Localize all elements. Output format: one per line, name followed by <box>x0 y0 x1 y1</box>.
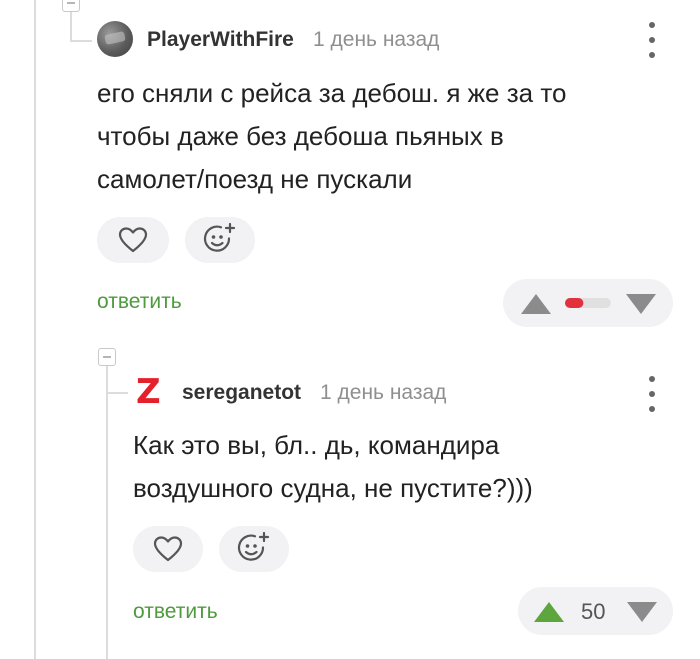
like-button[interactable] <box>133 526 203 572</box>
downvote-arrow-icon[interactable] <box>626 601 658 623</box>
thread-connector-top <box>70 40 92 42</box>
add-emoji-icon <box>237 531 270 561</box>
timestamp[interactable]: 1 день назад <box>320 381 446 405</box>
upvote-arrow-icon[interactable] <box>533 601 565 623</box>
more-options-icon[interactable] <box>640 374 664 414</box>
comment-line: самолет/поезд не пускали <box>97 164 413 194</box>
username[interactable]: sereganetot <box>182 381 301 405</box>
more-options-icon[interactable] <box>640 20 664 60</box>
rating-widget: 50 <box>518 587 673 635</box>
rating-bar <box>565 298 611 308</box>
username[interactable]: PlayerWithFire <box>147 28 294 52</box>
rating-widget <box>503 279 673 327</box>
heart-icon <box>118 227 148 253</box>
thread-line-outer <box>34 0 36 659</box>
like-button[interactable] <box>97 217 169 263</box>
comment-line: чтобы даже без дебоша пьяных в <box>97 121 504 151</box>
comment-line: его сняли с рейса за дебош. я же за то <box>97 78 567 108</box>
add-emoji-icon <box>203 222 236 252</box>
comment-line: воздушного судна, не пустите?))) <box>133 473 533 503</box>
reply-link[interactable]: ответить <box>133 600 218 624</box>
collapse-toggle-top[interactable] <box>62 0 80 12</box>
collapse-toggle-reply[interactable] <box>98 348 116 366</box>
thread-line-inner <box>106 362 108 659</box>
thread-connector-reply <box>106 392 128 394</box>
reply-link[interactable]: ответить <box>97 290 182 314</box>
comment-line: Как это вы, бл.. дь, командира <box>133 430 500 460</box>
add-reaction-button[interactable] <box>185 217 255 263</box>
heart-icon <box>153 536 183 562</box>
add-reaction-button[interactable] <box>219 526 289 572</box>
timestamp[interactable]: 1 день назад <box>313 28 439 52</box>
rating-score: 50 <box>581 599 606 624</box>
downvote-arrow-icon[interactable] <box>625 293 657 315</box>
upvote-arrow-icon[interactable] <box>520 293 552 315</box>
avatar[interactable]: Z <box>136 374 164 410</box>
avatar[interactable] <box>97 21 133 57</box>
